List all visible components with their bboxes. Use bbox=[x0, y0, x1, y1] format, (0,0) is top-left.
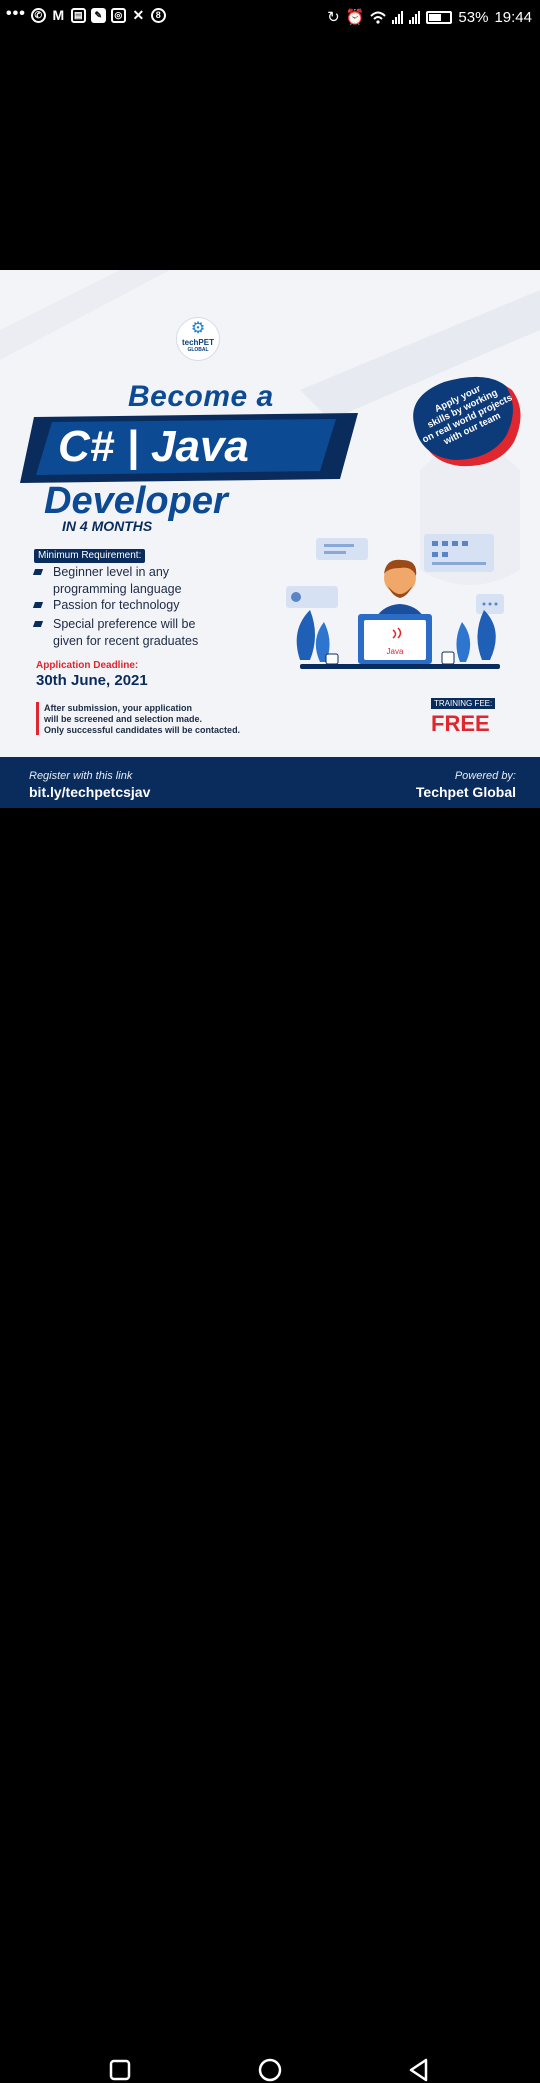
signal-icon-2 bbox=[409, 10, 421, 24]
wifi-icon bbox=[370, 11, 387, 24]
home-circle-icon[interactable] bbox=[257, 2057, 283, 2083]
requirement-text: given for recent graduates bbox=[53, 634, 199, 648]
headline-line3: Developer bbox=[44, 480, 228, 522]
developer-illustration: Java bbox=[286, 534, 504, 669]
battery-percent: 53% bbox=[458, 8, 489, 26]
powered-by-label: Powered by: bbox=[454, 770, 516, 782]
missed-call-icon: ✕ bbox=[132, 7, 145, 23]
logo-sub: GLOBAL bbox=[187, 347, 209, 353]
app-8-icon: 8 bbox=[150, 8, 166, 23]
note-line: Only successful candidates will be conta… bbox=[44, 725, 241, 735]
register-label: Register with this link bbox=[29, 770, 133, 782]
sync-icon: ↻ bbox=[327, 9, 340, 26]
deadline-date: 30th June, 2021 bbox=[36, 672, 148, 689]
requirement-item: Special preference will be given for rec… bbox=[38, 616, 198, 650]
note-accent-bar bbox=[36, 702, 39, 735]
more-dots-icon: ••• bbox=[6, 4, 26, 22]
clock: 19:44 bbox=[494, 8, 532, 26]
register-link[interactable]: bit.ly/techpetcsjav bbox=[29, 784, 150, 800]
requirement-item: Passion for technology bbox=[38, 597, 179, 614]
requirement-item: Beginner level in any programming langua… bbox=[38, 564, 182, 598]
messages-icon: ✎ bbox=[90, 8, 106, 23]
requirement-text: Special preference will be bbox=[53, 617, 196, 631]
requirement-text: Passion for technology bbox=[53, 598, 180, 612]
requirements-title: Minimum Requirement: bbox=[34, 549, 146, 563]
headline-languages: C# | Java bbox=[58, 422, 249, 471]
techpet-logo: ⚙ techPET GLOBAL bbox=[176, 317, 220, 361]
company-name: Techpet Global bbox=[415, 784, 516, 800]
battery-icon bbox=[426, 10, 453, 24]
status-bar: ••• ✆ M ▤ ✎ ◎ ✕ 8 ↻ ⏰ 53% 19:44 bbox=[0, 0, 540, 36]
requirement-text: Beginner level in any bbox=[53, 565, 170, 579]
logo-name: techPET bbox=[181, 338, 214, 347]
gear-logo-icon: ⚙ bbox=[190, 320, 206, 337]
system-icons: ↻ ⏰ 53% 19:44 bbox=[327, 8, 532, 27]
note-line: After submission, your application bbox=[44, 703, 193, 713]
requirement-text: programming language bbox=[53, 582, 182, 596]
deadline-label: Application Deadline: bbox=[36, 660, 139, 671]
training-fee-label: TRAINING FEE: bbox=[431, 698, 496, 709]
training-fee-value: FREE bbox=[431, 711, 490, 736]
notification-icons: ••• ✆ M ▤ ✎ ◎ ✕ 8 bbox=[6, 4, 166, 23]
laptop-label: Java bbox=[387, 647, 404, 656]
alarm-icon: ⏰ bbox=[345, 9, 365, 26]
instagram-icon: ◎ bbox=[110, 8, 126, 23]
back-triangle-icon[interactable] bbox=[407, 2057, 433, 2083]
headline-duration: IN 4 MONTHS bbox=[62, 518, 153, 534]
signal-icon bbox=[392, 10, 404, 24]
gmail-icon: M bbox=[52, 7, 65, 23]
whatsapp-icon: ✆ bbox=[30, 8, 46, 23]
navigation-bar bbox=[0, 1020, 540, 2082]
note-line: will be screened and selection made. bbox=[44, 714, 203, 724]
gallery-icon: ▤ bbox=[70, 8, 86, 23]
poster-footer bbox=[0, 757, 540, 808]
recents-square-icon[interactable] bbox=[107, 2057, 133, 2083]
headline-line1: Become a bbox=[128, 380, 274, 413]
